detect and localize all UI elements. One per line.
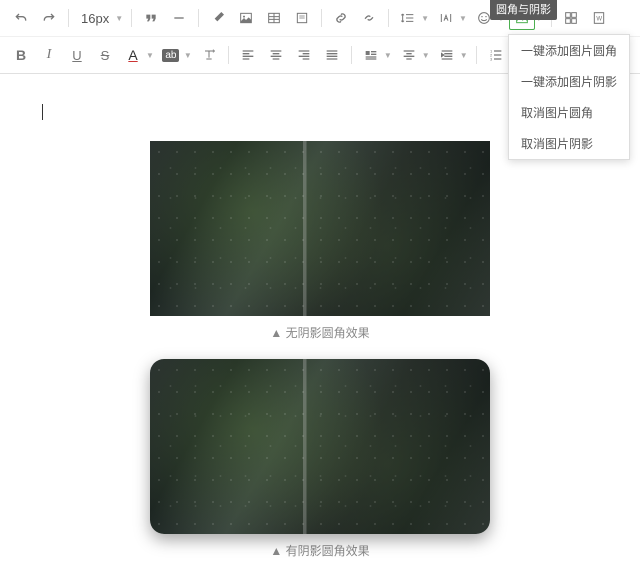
dropdown-arrow[interactable]: ▼: [460, 51, 468, 60]
image-style-dropdown: 一键添加图片圆角 一键添加图片阴影 取消图片圆角 取消图片阴影: [508, 34, 630, 160]
table-button[interactable]: [261, 6, 287, 30]
dash-button[interactable]: [166, 6, 192, 30]
align-center-button[interactable]: [263, 43, 289, 67]
letterspacing-button[interactable]: [433, 6, 459, 30]
unlink-button[interactable]: [356, 6, 382, 30]
align-right-button[interactable]: [291, 43, 317, 67]
dropdown-arrow[interactable]: ▼: [115, 14, 123, 23]
bgcolor-label: ab: [162, 49, 179, 62]
dropdown-arrow[interactable]: ▼: [422, 51, 430, 60]
text-cursor: [42, 104, 43, 120]
sample-image-styled[interactable]: [150, 359, 490, 534]
svg-text:3: 3: [490, 56, 493, 61]
dropdown-arrow[interactable]: ▼: [146, 51, 154, 60]
float-left-button[interactable]: [358, 43, 384, 67]
image-button[interactable]: [233, 6, 259, 30]
lineheight-button[interactable]: [395, 6, 421, 30]
undo-button[interactable]: [8, 6, 34, 30]
strike-button[interactable]: S: [92, 43, 118, 67]
separator: [351, 46, 352, 64]
dropdown-arrow[interactable]: ▼: [459, 14, 467, 23]
grid-button[interactable]: [558, 6, 584, 30]
image-styled-wrap: [0, 359, 640, 534]
fontsize-value: 16px: [81, 11, 109, 26]
bgcolor-button[interactable]: ab: [158, 43, 184, 67]
link-button[interactable]: [328, 6, 354, 30]
dropdown-arrow[interactable]: ▼: [184, 51, 192, 60]
svg-text:W: W: [596, 17, 602, 23]
word-button[interactable]: W: [586, 6, 612, 30]
separator: [198, 9, 199, 27]
bold-button[interactable]: B: [8, 43, 34, 67]
menu-remove-shadow[interactable]: 取消图片阴影: [509, 128, 629, 159]
clearformat-button[interactable]: [196, 43, 222, 67]
align-left-button[interactable]: [235, 43, 261, 67]
float-center-button[interactable]: [396, 43, 422, 67]
menu-add-radius[interactable]: 一键添加图片圆角: [509, 35, 629, 66]
dropdown-arrow[interactable]: ▼: [384, 51, 392, 60]
image-style-tooltip: 圆角与阴影: [490, 0, 557, 20]
quote-button[interactable]: [138, 6, 164, 30]
separator: [476, 46, 477, 64]
image-plain-wrap: [0, 141, 640, 316]
separator: [321, 9, 322, 27]
sample-image-plain[interactable]: [150, 141, 490, 316]
toolbar-row-1: 16px ▼ ▼ ▼ ▼ ▼ W 圆角与阴影 一键添加图片圆角 一键添加图片阴影…: [0, 0, 640, 36]
align-justify-button[interactable]: [319, 43, 345, 67]
fontsize-select[interactable]: 16px: [75, 11, 115, 26]
ordered-list-button[interactable]: 123: [483, 43, 509, 67]
redo-button[interactable]: [36, 6, 62, 30]
italic-button[interactable]: I: [36, 43, 62, 67]
menu-add-shadow[interactable]: 一键添加图片阴影: [509, 66, 629, 97]
menu-remove-radius[interactable]: 取消图片圆角: [509, 97, 629, 128]
separator: [388, 9, 389, 27]
dropdown-arrow[interactable]: ▼: [421, 14, 429, 23]
separator: [228, 46, 229, 64]
editor-toolbar: 16px ▼ ▼ ▼ ▼ ▼ W 圆角与阴影 一键添加图片圆角 一键添加图片阴影…: [0, 0, 640, 74]
caption-plain: ▲ 无阴影圆角效果: [0, 324, 640, 341]
separator: [131, 9, 132, 27]
separator: [68, 9, 69, 27]
caption-styled: ▲ 有阴影圆角效果: [0, 542, 640, 559]
underline-button[interactable]: U: [64, 43, 90, 67]
indent-button[interactable]: [434, 43, 460, 67]
tag-icon[interactable]: [205, 6, 231, 30]
card-button[interactable]: [289, 6, 315, 30]
fontcolor-button[interactable]: A: [120, 43, 146, 67]
